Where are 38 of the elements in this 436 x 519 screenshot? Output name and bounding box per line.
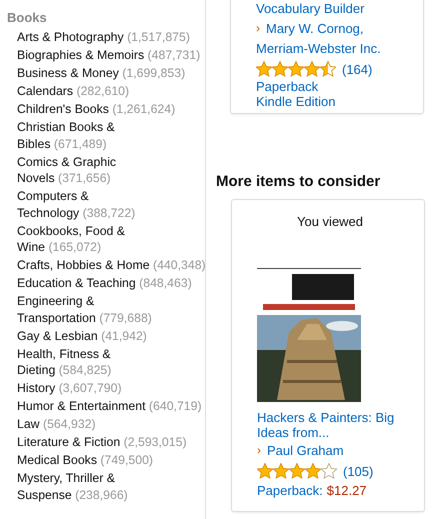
category-link[interactable]: Mystery, Thriller & Suspense (238,966) — [17, 470, 206, 503]
category-link[interactable]: Law (564,932) — [17, 416, 96, 432]
price: $12.27 — [326, 483, 367, 498]
star-rating[interactable] — [256, 61, 336, 77]
category-link[interactable]: Humor & Entertainment (640,719) — [17, 398, 202, 414]
review-count-link[interactable]: (164) — [342, 62, 372, 76]
category-link[interactable]: Cookbooks, Food & Wine (165,072) — [17, 222, 206, 256]
product-title-link[interactable]: Vocabulary Builder — [256, 1, 364, 16]
category-link[interactable]: Literature & Fiction (2,593,015) — [17, 434, 187, 450]
category-link[interactable]: Gay & Lesbian (41,942) — [17, 328, 147, 344]
author-link[interactable]: Mary W. Cornog, — [266, 21, 364, 36]
category-link[interactable]: Children's Books (1,261,624) — [17, 101, 176, 118]
category-link[interactable]: Business & Money (1,699,853) — [17, 65, 186, 82]
category-link[interactable]: Arts & Photography (1,517,875) — [17, 29, 190, 46]
author-link[interactable]: Paul Graham — [267, 443, 344, 458]
product-title-link[interactable]: Hackers & Painters: Big Ideas from... — [257, 410, 397, 440]
category-link[interactable]: Comics & Graphic Novels (371,656) — [17, 154, 206, 186]
card-label: You viewed — [297, 214, 364, 229]
format-link[interactable]: Kindle Edition — [256, 94, 336, 109]
category-link[interactable]: Computers & Technology (388,722) — [17, 188, 206, 221]
category-link[interactable]: Education & Teaching (848,463) — [17, 275, 192, 292]
caret-icon: › — [257, 443, 261, 458]
category-link[interactable]: Calendars (282,610) — [17, 83, 130, 100]
category-link[interactable]: History (3,607,790) — [17, 380, 122, 396]
author-link[interactable]: Merriam-Webster Inc. — [256, 41, 381, 56]
format-link[interactable]: Paperback — [256, 79, 318, 94]
category-link[interactable]: Health, Fitness & Dieting (584,825) — [17, 346, 206, 378]
review-count-link[interactable]: (105) — [343, 464, 374, 478]
caret-icon: › — [256, 21, 260, 36]
sidebar-heading: Books — [7, 10, 47, 26]
category-link[interactable]: Medical Books (749,500) — [17, 452, 154, 468]
category-link[interactable]: Crafts, Hobbies & Home (440,348) — [17, 257, 206, 274]
star-rating[interactable] — [257, 463, 337, 479]
category-link[interactable]: Engineering & Transportation (779,688) — [17, 293, 206, 326]
category-link[interactable]: Biographies & Memoirs (487,731) — [17, 47, 200, 64]
category-link[interactable]: Christian Books & Bibles (671,489) — [17, 119, 206, 152]
format-link[interactable]: Paperback: — [257, 483, 323, 498]
section-heading: More items to consider — [216, 173, 380, 191]
